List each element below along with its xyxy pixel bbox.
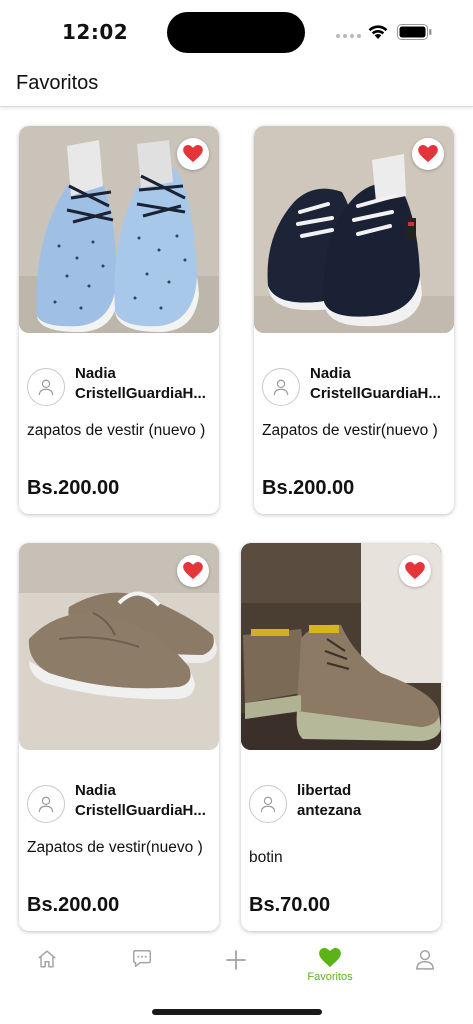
product-card[interactable]: Nadia CristellGuardiaH... zapatos de ves… <box>19 126 219 514</box>
product-card[interactable]: Nadia CristellGuardiaH... Zapatos de ves… <box>254 126 454 514</box>
user-icon <box>38 379 54 396</box>
nav-home[interactable] <box>12 948 82 994</box>
heart-icon <box>319 948 341 968</box>
seller-name-line2: CristellGuardiaH... <box>310 385 441 402</box>
page-title: Favoritos <box>16 72 99 94</box>
nav-favorites-label: Favoritos <box>307 971 353 983</box>
seller-name: Nadia CristellGuardiaH... <box>75 364 215 404</box>
seller-name-line1: Nadia <box>310 365 351 382</box>
nav-profile[interactable] <box>390 948 460 994</box>
user-icon <box>415 949 435 970</box>
product-price: Bs.200.00 <box>27 477 120 499</box>
product-price: Bs.70.00 <box>249 894 331 916</box>
heart-icon <box>183 562 203 580</box>
heart-icon <box>418 145 438 163</box>
seller-name-line2: CristellGuardiaH... <box>75 802 206 819</box>
seller-name-line1: libertad <box>297 782 352 799</box>
seller-name-line2: antezana <box>297 802 362 819</box>
product-description: botin <box>249 849 283 866</box>
product-description: zapatos de vestir (nuevo ) <box>27 422 206 439</box>
home-indicator[interactable] <box>152 1009 322 1015</box>
nav-chat[interactable] <box>107 948 177 994</box>
status-bar: 12:02 <box>0 0 473 62</box>
seller-info[interactable]: Nadia CristellGuardiaH... <box>27 781 213 823</box>
product-description: Zapatos de vestir(nuevo ) <box>262 422 438 439</box>
chat-icon <box>133 950 151 968</box>
nav-favorites[interactable]: Favoritos <box>295 948 365 994</box>
seller-info[interactable]: Nadia CristellGuardiaH... <box>262 364 448 406</box>
wifi-icon <box>368 25 388 39</box>
favorite-button[interactable] <box>399 555 431 587</box>
avatar[interactable] <box>27 368 65 406</box>
seller-name: Nadia CristellGuardiaH... <box>310 364 450 404</box>
seller-info[interactable]: libertad antezana <box>249 781 435 823</box>
plus-icon <box>226 950 246 970</box>
dynamic-island <box>167 12 305 53</box>
avatar[interactable] <box>249 785 287 823</box>
seller-name: Nadia CristellGuardiaH... <box>75 781 215 821</box>
heart-icon <box>183 145 203 163</box>
product-price: Bs.200.00 <box>262 477 355 499</box>
status-time: 12:02 <box>62 20 129 44</box>
product-price: Bs.200.00 <box>27 894 120 916</box>
seller-name: libertad antezana <box>297 781 437 821</box>
seller-name-line1: Nadia <box>75 782 116 799</box>
product-card[interactable]: Nadia CristellGuardiaH... Zapatos de ves… <box>19 543 219 931</box>
favorite-button[interactable] <box>177 555 209 587</box>
nav-add[interactable] <box>201 948 271 994</box>
seller-info[interactable]: Nadia CristellGuardiaH... <box>27 364 213 406</box>
product-description: Zapatos de vestir(nuevo ) <box>27 839 203 856</box>
avatar[interactable] <box>27 785 65 823</box>
home-icon <box>38 950 56 968</box>
cellular-signal-icon <box>336 34 361 38</box>
battery-icon <box>397 24 432 40</box>
heart-icon <box>405 562 425 580</box>
avatar[interactable] <box>262 368 300 406</box>
favorite-button[interactable] <box>412 138 444 170</box>
user-icon <box>260 796 276 813</box>
product-card[interactable]: libertad antezana botin Bs.70.00 <box>241 543 441 931</box>
app-header: Favoritos <box>0 62 473 107</box>
user-icon <box>38 796 54 813</box>
seller-name-line2: CristellGuardiaH... <box>75 385 206 402</box>
seller-name-line1: Nadia <box>75 365 116 382</box>
bottom-navigation: Favoritos <box>0 938 473 998</box>
favorite-button[interactable] <box>177 138 209 170</box>
user-icon <box>273 379 289 396</box>
